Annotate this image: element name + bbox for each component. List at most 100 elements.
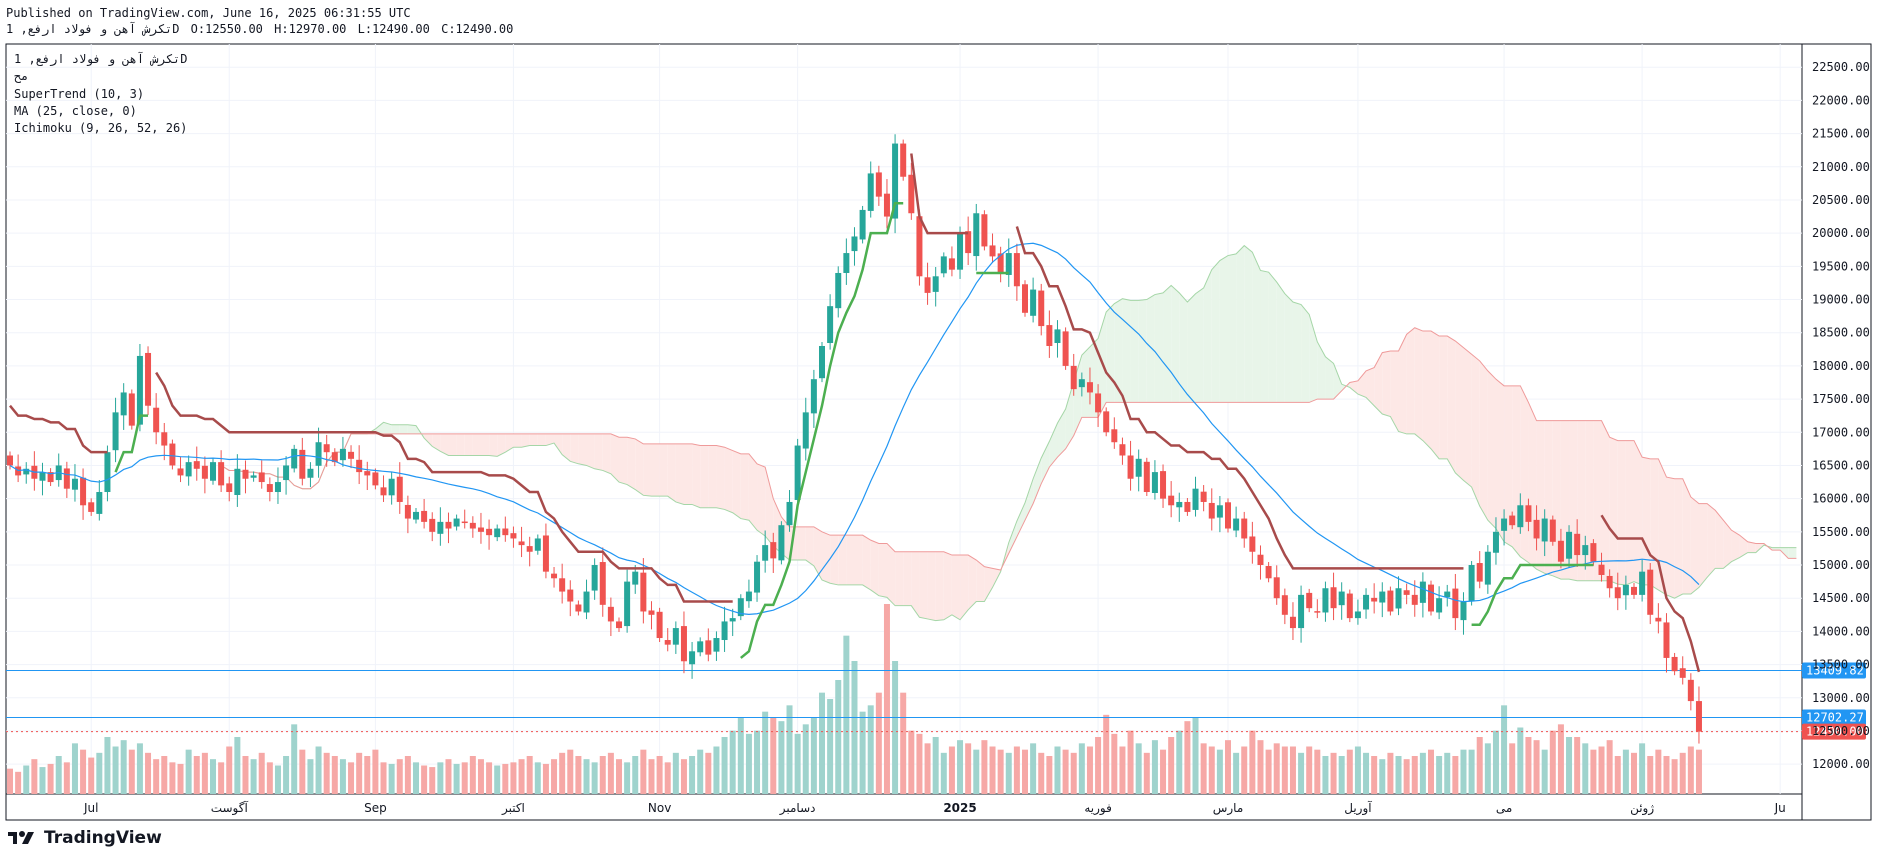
volume-bar xyxy=(1395,756,1402,794)
volume-bar xyxy=(437,762,444,794)
candle-body xyxy=(250,475,257,478)
volume-bar xyxy=(201,752,208,794)
cloud-segment xyxy=(1122,298,1131,403)
candle-body xyxy=(1249,536,1256,552)
volume-bar xyxy=(331,756,338,794)
cloud-segment xyxy=(1544,420,1553,576)
candle-body xyxy=(607,606,614,622)
candle-body xyxy=(648,610,655,615)
candle-body xyxy=(242,469,249,479)
cloud-segment xyxy=(1577,420,1586,581)
candle-body xyxy=(819,345,825,379)
cloud-segment xyxy=(1244,245,1253,403)
candle-body xyxy=(364,471,371,476)
horizontal-lines[interactable]: 13409.8212702.2712490.00 xyxy=(6,662,1866,740)
candle-body xyxy=(1168,495,1175,506)
volume-bar xyxy=(957,740,964,794)
candle-body xyxy=(1598,564,1605,575)
candle-body xyxy=(1631,586,1637,595)
candle-body xyxy=(348,451,355,459)
volume-bar xyxy=(1070,752,1077,794)
candle-body xyxy=(697,641,704,653)
cloud-segment xyxy=(1284,293,1293,403)
volume-bar xyxy=(323,752,330,794)
candle-body xyxy=(218,462,225,486)
cloud-segment xyxy=(537,433,546,446)
legend-ichimoku[interactable]: Ichimoku (9, 26, 52, 26) xyxy=(14,121,187,135)
tradingview-logo[interactable]: TradingView xyxy=(8,828,162,848)
candle-body xyxy=(1671,656,1678,672)
volume-bar xyxy=(1484,743,1491,794)
legend-ma[interactable]: MA (25, close, 0) xyxy=(14,104,137,118)
price-chart[interactable]: 13409.8212702.2712490.00 12000.00 12500.0… xyxy=(0,0,1878,858)
legend-supertrend[interactable]: SuperTrend (10, 3) xyxy=(14,87,144,101)
volume-bar xyxy=(632,756,639,794)
volume-bar xyxy=(583,759,590,794)
cloud-segment xyxy=(659,443,668,497)
cloud-segment xyxy=(1382,350,1391,417)
volume-bar xyxy=(680,759,687,794)
candle-body xyxy=(1289,616,1296,629)
candle-body xyxy=(1403,590,1410,595)
volume-bar xyxy=(88,757,95,794)
candle-body xyxy=(526,546,533,552)
candle-body xyxy=(1647,569,1654,615)
candle-body xyxy=(559,578,566,592)
volume-bar xyxy=(1387,752,1394,794)
cloud-segment xyxy=(1276,282,1285,403)
volume-bar xyxy=(1225,740,1231,794)
volume-bar xyxy=(819,692,825,794)
legend-symbol: تکرش آهن و فولاد ارفع, 1D xyxy=(14,52,188,66)
candle-body xyxy=(1590,543,1597,562)
cloud-segment xyxy=(1479,360,1488,521)
volume-bar xyxy=(494,765,501,794)
cloud-segment xyxy=(667,443,676,502)
cloud-segment xyxy=(1041,441,1050,484)
candle-body xyxy=(632,571,639,585)
volume-bar xyxy=(136,743,143,794)
cloud-segment xyxy=(895,551,904,606)
time-tick-label: 2025 xyxy=(943,801,976,815)
cloud-segment xyxy=(1065,381,1074,449)
cloud-segment xyxy=(456,433,465,456)
price-tick-label: 20000.00 xyxy=(1812,226,1870,240)
price-tick-label: 16000.00 xyxy=(1812,492,1870,506)
cloud-segment xyxy=(1666,477,1675,599)
volume-bar xyxy=(1363,752,1370,794)
candle-body xyxy=(908,174,915,214)
volume-bar xyxy=(71,743,78,794)
candle-body xyxy=(210,462,216,481)
cloud-segment xyxy=(805,526,814,566)
candle-body xyxy=(1533,519,1540,539)
candle-body xyxy=(1541,518,1548,542)
volume-bar xyxy=(396,759,403,794)
volume-bar xyxy=(616,759,622,794)
candle-body xyxy=(388,478,395,496)
volume-bar xyxy=(218,762,225,794)
cloud-segment xyxy=(399,424,408,434)
cloud-segment xyxy=(529,433,538,446)
candle-body xyxy=(1582,545,1589,556)
volume-bar xyxy=(120,740,127,794)
volume-bar xyxy=(567,749,574,794)
price-tick-label: 22000.00 xyxy=(1812,93,1870,107)
price-axis[interactable]: 12000.00 12500.00 13000.00 13500.00 14000.00… xyxy=(1812,60,1870,771)
volume-bar xyxy=(299,749,306,794)
cloud-segment xyxy=(732,450,741,519)
cloud-segment xyxy=(1203,269,1212,403)
volume-bar xyxy=(875,692,882,794)
cloud-segment xyxy=(1682,478,1691,595)
cloud-segment xyxy=(1439,336,1448,459)
candle-body xyxy=(981,214,988,247)
volume-bar xyxy=(128,749,135,794)
time-axis[interactable]: Jul آگوست Sep اکتبر Nov دسامبر 2025 فوریه مارس آو… xyxy=(83,800,1786,816)
cloud-segment xyxy=(968,555,977,610)
volume-bar xyxy=(161,756,168,794)
candle-body xyxy=(689,651,696,665)
candle-body xyxy=(1306,592,1313,609)
price-label-text: 12702.27 xyxy=(1806,711,1864,725)
cloud-segment xyxy=(1357,370,1367,398)
candle-body xyxy=(315,442,322,466)
candle-body xyxy=(827,306,834,344)
volume-bar xyxy=(1160,749,1167,794)
